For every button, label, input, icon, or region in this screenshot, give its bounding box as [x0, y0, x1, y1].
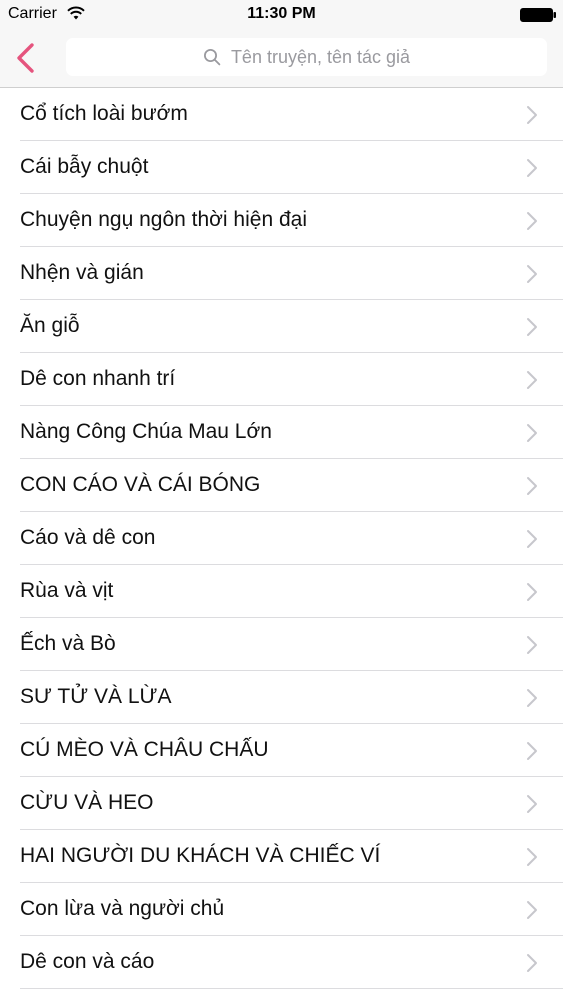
chevron-right-icon [527, 954, 537, 972]
story-row[interactable]: Dê con và cáo [0, 936, 563, 989]
chevron-right-icon [527, 265, 537, 283]
story-title: Chuyện ngụ ngôn thời hiện đại [20, 208, 307, 231]
story-title: Con lừa và người chủ [20, 897, 225, 920]
chevron-right-icon [527, 159, 537, 177]
clock: 11:30 PM [247, 5, 316, 22]
story-title: HAI NGƯỜI DU KHÁCH VÀ CHIẾC VÍ [20, 844, 381, 867]
story-row[interactable]: Cáo và dê con [0, 512, 563, 565]
battery-icon [520, 8, 556, 22]
back-chevron-icon[interactable] [10, 39, 44, 77]
chevron-right-icon [527, 583, 537, 601]
story-row[interactable]: HAI NGƯỜI DU KHÁCH VÀ CHIẾC VÍ [0, 830, 563, 883]
story-title: Dê con nhanh trí [20, 367, 176, 390]
story-title: Ếch và Bò [20, 632, 116, 655]
chevron-right-icon [527, 795, 537, 813]
story-row[interactable]: Nhện và gián [0, 247, 563, 300]
chevron-right-icon [527, 742, 537, 760]
chevron-right-icon [527, 318, 537, 336]
story-title: Cái bẫy chuột [20, 155, 149, 178]
story-row[interactable]: Dê con nhanh trí [0, 353, 563, 406]
search-placeholder: Tên truyện, tên tác giả [230, 46, 411, 67]
chevron-right-icon [527, 424, 537, 442]
story-row[interactable]: CỪU VÀ HEO [0, 777, 563, 830]
chevron-right-icon [527, 530, 537, 548]
story-row[interactable]: Chuyện ngụ ngôn thời hiện đại [0, 194, 563, 247]
story-row[interactable]: Cổ tích loài bướm [0, 88, 563, 141]
story-title: Nhện và gián [20, 261, 144, 284]
chevron-right-icon [527, 848, 537, 866]
story-row[interactable]: Con lừa và người chủ [0, 883, 563, 936]
search-icon [203, 49, 221, 66]
story-row[interactable]: CON CÁO VÀ CÁI BÓNG [0, 459, 563, 512]
story-title: Ăn giỗ [20, 314, 80, 337]
chevron-right-icon [527, 636, 537, 654]
search-input[interactable]: Tên truyện, tên tác giả [66, 38, 547, 76]
chevron-right-icon [527, 371, 537, 389]
story-row[interactable]: Cái bẫy chuột [0, 141, 563, 194]
story-title: CỪU VÀ HEO [20, 791, 154, 814]
story-title: SƯ TỬ VÀ LỪA [20, 685, 172, 708]
chevron-right-icon [527, 901, 537, 919]
chevron-right-icon [527, 477, 537, 495]
navigation-bar: Tên truyện, tên tác giả [0, 30, 563, 88]
chevron-right-icon [527, 212, 537, 230]
story-list: Cổ tích loài bướm Cái bẫy chuột Chuyện ngụ… [0, 88, 563, 989]
story-title: Dê con và cáo [20, 950, 155, 973]
story-title: CON CÁO VÀ CÁI BÓNG [20, 473, 261, 496]
story-row[interactable]: SƯ TỬ VÀ LỪA [0, 671, 563, 724]
story-title: CÚ MÈO VÀ CHÂU CHẤU [20, 738, 269, 761]
top-bar: Carrier 11:30 PM Tên truyện, tên tác giả [0, 0, 563, 88]
story-row[interactable]: CÚ MÈO VÀ CHÂU CHẤU [0, 724, 563, 777]
chevron-right-icon [527, 689, 537, 707]
story-title: Cổ tích loài bướm [20, 102, 188, 125]
story-row[interactable]: Nàng Công Chúa Mau Lớn [0, 406, 563, 459]
chevron-right-icon [527, 106, 537, 124]
story-title: Nàng Công Chúa Mau Lớn [20, 420, 272, 443]
story-row[interactable]: Ăn giỗ [0, 300, 563, 353]
story-title: Rùa và vịt [20, 579, 114, 602]
status-bar: Carrier 11:30 PM [0, 0, 563, 30]
story-row[interactable]: Ếch và Bò [0, 618, 563, 671]
story-row[interactable]: Rùa và vịt [0, 565, 563, 618]
story-title: Cáo và dê con [20, 526, 156, 549]
